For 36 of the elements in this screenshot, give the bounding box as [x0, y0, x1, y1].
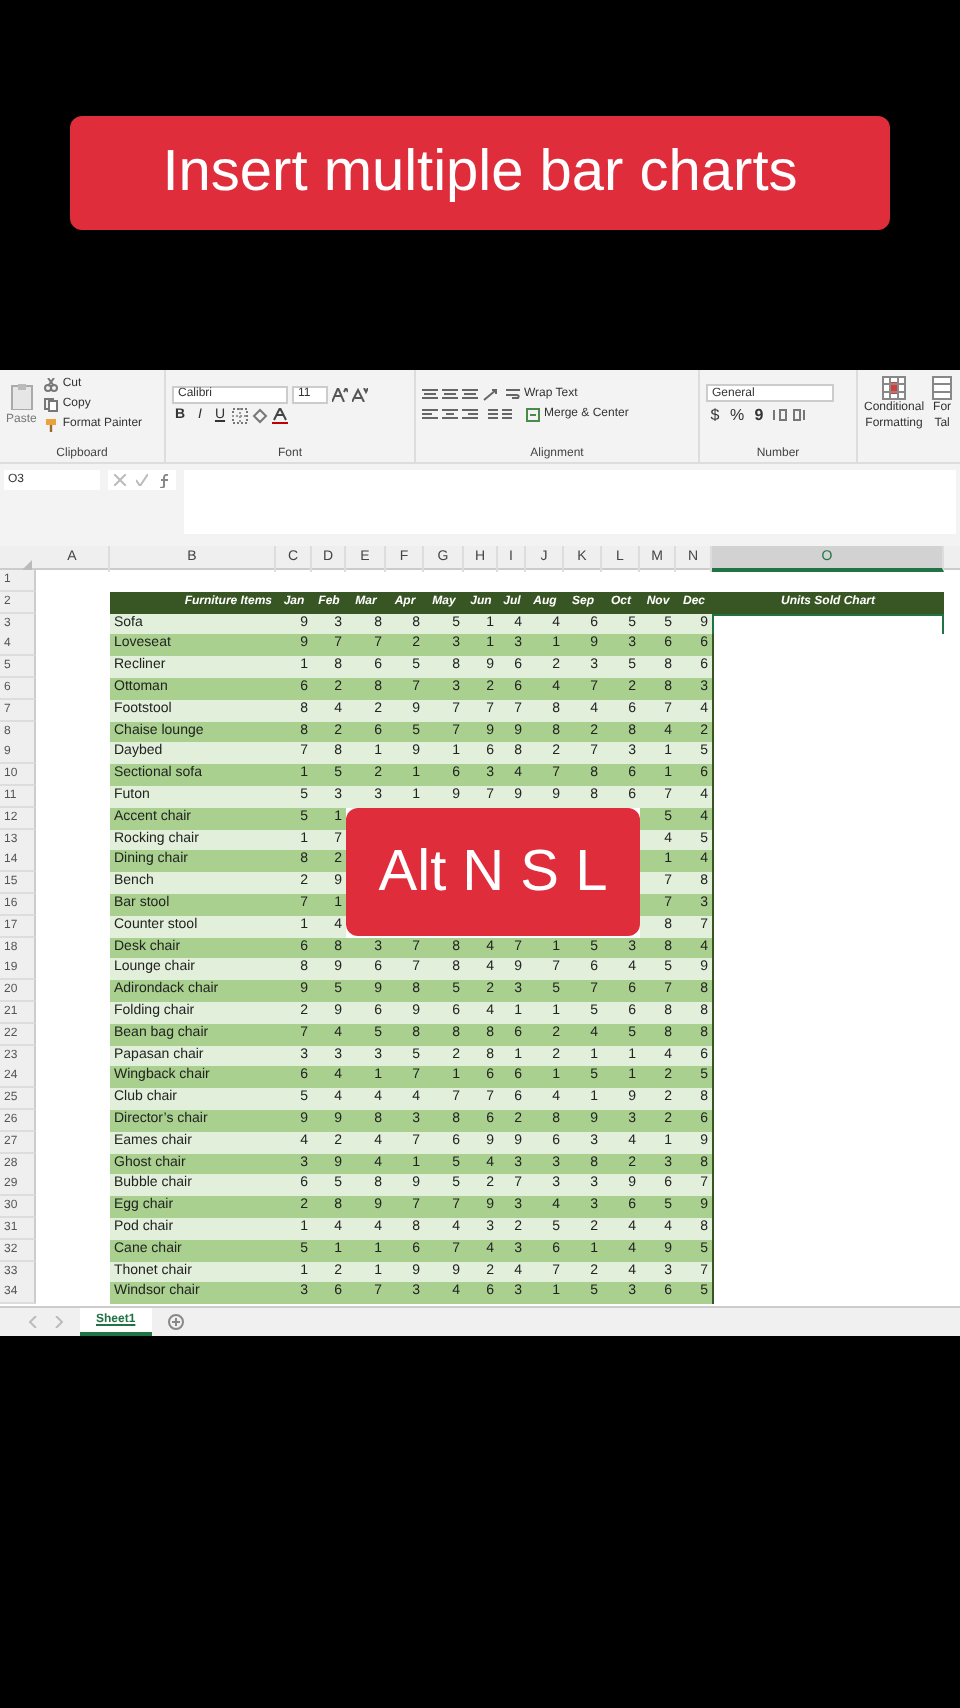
grow-font-icon[interactable]: [332, 387, 348, 401]
shrink-font-icon[interactable]: [352, 387, 368, 401]
wrap-text-icon[interactable]: [506, 387, 520, 401]
paintbrush-icon[interactable]: [44, 417, 59, 431]
merge-cells-icon[interactable]: [526, 407, 540, 421]
scroll-right-icon[interactable]: [54, 1316, 64, 1328]
align-left-icon[interactable]: [422, 407, 438, 421]
table-grid-icon[interactable]: [882, 376, 907, 400]
borders-icon[interactable]: [232, 407, 248, 423]
scroll-left-icon[interactable]: [28, 1316, 38, 1328]
currency-button[interactable]: $: [706, 406, 724, 424]
scissors-icon[interactable]: [44, 377, 59, 391]
clipboard-icon[interactable]: [7, 381, 36, 409]
cancel-icon[interactable]: [114, 474, 126, 486]
orientation-icon[interactable]: [482, 387, 498, 401]
align-right-icon[interactable]: [462, 407, 478, 421]
shortcut-banner: Alt N S L: [346, 808, 640, 936]
top-align-icon[interactable]: [422, 387, 438, 401]
caption-banner: Insert multiple bar charts: [70, 115, 890, 229]
check-icon[interactable]: [136, 474, 148, 486]
percent-button[interactable]: %: [728, 406, 746, 424]
comma-style-button[interactable]: 9: [750, 406, 768, 424]
table-icon[interactable]: [932, 376, 953, 400]
fill-color-icon[interactable]: [252, 407, 268, 423]
middle-align-icon[interactable]: [442, 387, 458, 401]
increase-decimal-icon[interactable]: [772, 408, 788, 422]
add-sheet-icon[interactable]: [167, 1314, 184, 1330]
copy-icon[interactable]: [44, 397, 59, 411]
decrease-decimal-icon[interactable]: [792, 408, 808, 422]
decrease-indent-icon[interactable]: [482, 407, 498, 421]
font-color-icon[interactable]: [272, 407, 288, 423]
bottom-align-icon[interactable]: [462, 387, 478, 401]
increase-indent-icon[interactable]: [502, 407, 518, 421]
align-center-icon[interactable]: [442, 407, 458, 421]
function-icon[interactable]: [158, 473, 170, 487]
sheet-cell[interactable]: [712, 613, 944, 636]
